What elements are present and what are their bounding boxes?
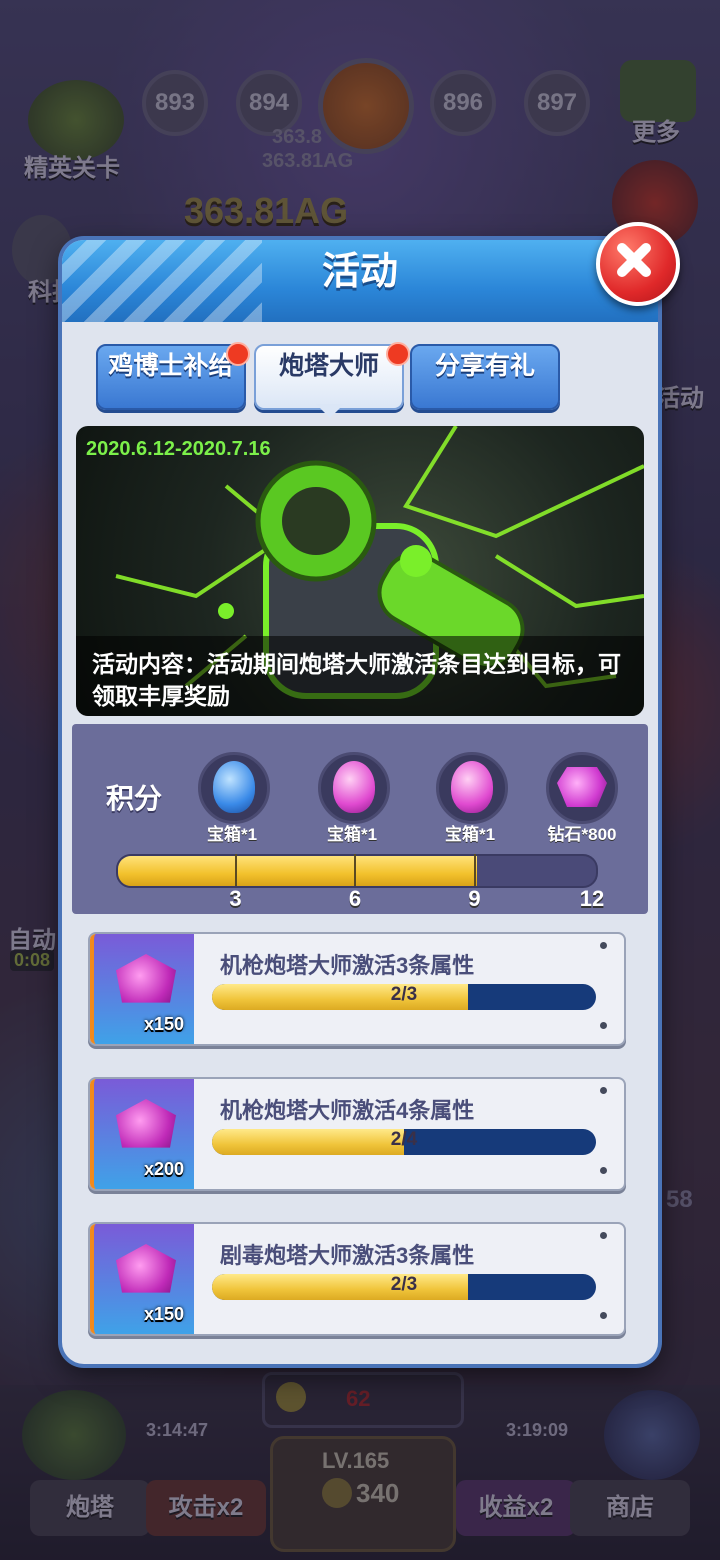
tab-share-gift[interactable]: 分享有礼 [410, 344, 560, 410]
rivet [600, 1232, 607, 1239]
rivet [600, 1022, 607, 1029]
task-reward-tile: x150 [90, 1224, 194, 1334]
task-reward-tile: x150 [90, 934, 194, 1044]
milestone-reward-2-label: 宝箱*1 [326, 825, 378, 844]
points-progress-bar [116, 854, 598, 888]
task-title: 剧毒炮塔大师激活3条属性 [220, 1243, 475, 1268]
milestone-threshold: 12 [579, 886, 605, 911]
milestone-reward-3-label: 宝箱*1 [444, 825, 496, 844]
milestone-threshold: 6 [348, 886, 362, 911]
milestone-reward-4[interactable] [546, 752, 618, 824]
diamond-icon [116, 1099, 176, 1148]
tab-dr-chicken-supply[interactable]: 鸡博士补给 [96, 344, 246, 410]
event-banner: 2020.6.12-2020.7.16 活动内容：活动期间炮塔大师激活条目达到目… [76, 426, 644, 716]
blue-egg-chest-icon [213, 761, 255, 813]
milestone-reward-4-label: 钻石*800 [547, 825, 617, 844]
tab-badge-dot [226, 342, 250, 366]
active-tab-pointer [316, 404, 344, 418]
pink-egg-chest-icon [333, 761, 375, 813]
tab-badge-dot [386, 342, 410, 366]
progress-tick [234, 854, 237, 886]
event-description: 活动内容：活动期间炮塔大师激活条目达到目标，可领取丰厚奖励 [92, 651, 621, 709]
task-row[interactable]: x200 机枪炮塔大师激活4条属性 2/4 [88, 1077, 626, 1191]
task-reward-qty: x150 [144, 1014, 185, 1034]
task-progress-text: 2/4 [390, 1129, 418, 1150]
milestone-threshold: 3 [229, 886, 242, 911]
task-reward-qty: x150 [144, 1304, 185, 1324]
milestone-reward-2[interactable] [318, 752, 390, 824]
points-label: 积分 [106, 783, 163, 814]
rivet [600, 942, 607, 949]
pink-egg-chest-icon [451, 761, 493, 813]
task-progress-text: 2/3 [390, 1274, 418, 1295]
milestone-reward-1[interactable] [198, 752, 270, 824]
progress-tick [354, 854, 356, 886]
task-row[interactable]: x150 剧毒炮塔大师激活3条属性 2/3 [88, 1222, 626, 1336]
task-title: 机枪炮塔大师激活4条属性 [220, 1098, 475, 1123]
task-reward-tile: x200 [90, 1079, 194, 1189]
task-reward-qty: x200 [144, 1159, 185, 1179]
diamond-icon [116, 1244, 176, 1293]
close-icon [617, 243, 651, 277]
diamond-icon [116, 954, 176, 1003]
milestone-threshold: 9 [468, 886, 481, 911]
task-title: 机枪炮塔大师激活3条属性 [220, 953, 475, 978]
milestone-reward-3[interactable] [436, 752, 508, 824]
task-progress-text: 2/3 [390, 984, 418, 1005]
event-date-range: 2020.6.12-2020.7.16 [86, 438, 271, 460]
points-progress-fill [118, 856, 477, 886]
diamond-pile-icon [557, 767, 607, 807]
rivet [600, 1312, 607, 1319]
progress-tick [473, 854, 476, 886]
milestone-reward-1-label: 宝箱*1 [206, 825, 258, 844]
tab-turret-master[interactable]: 炮塔大师 [254, 344, 404, 410]
panel-title: 活动 [321, 251, 398, 293]
task-row[interactable]: x150 机枪炮塔大师激活3条属性 2/3 [88, 932, 626, 1046]
rivet [600, 1167, 607, 1174]
rivet [600, 1087, 607, 1094]
close-button[interactable] [596, 222, 680, 306]
